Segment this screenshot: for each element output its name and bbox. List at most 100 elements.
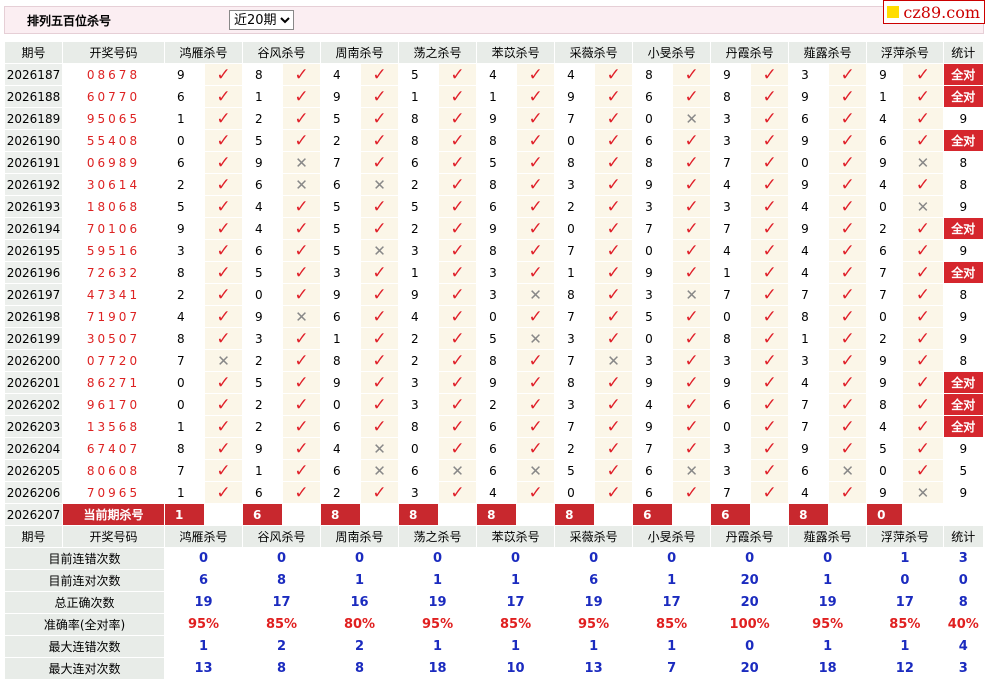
kill-number-cell: 8 [476, 129, 518, 152]
tick-icon: ✓ [672, 349, 712, 372]
kill-number-cell: 3 [632, 283, 674, 306]
kill-number-cell: 0 [554, 481, 596, 504]
kill-number-cell: 6 [632, 459, 674, 482]
draw-number-cell: 30614 [62, 173, 165, 196]
kill-number-cell: 2 [554, 437, 596, 460]
kill-number-cell: 4 [242, 195, 284, 218]
draw-number-cell: 72632 [62, 261, 165, 284]
draw-number-cell: 60770 [62, 85, 165, 108]
kill-number-cell: 1 [476, 85, 518, 108]
tick-icon: ✓ [828, 239, 868, 262]
kill-number-cell: 5 [242, 261, 284, 284]
kill-number-cell: 9 [866, 349, 904, 372]
tick-icon: ✓ [750, 261, 790, 284]
summary-value: 2 [320, 635, 400, 658]
summary-value: 95% [554, 613, 634, 636]
summary-label: 目前连对次数 [4, 569, 165, 592]
tick-icon: ✓ [516, 129, 556, 152]
kill-number-cell: 5 [242, 371, 284, 394]
kill-number-cell: 3 [710, 129, 752, 152]
cross-icon: ✕ [282, 151, 322, 174]
tick-icon: ✓ [360, 195, 400, 218]
kill-number-cell: 8 [164, 327, 205, 350]
column-header: 鸿雁杀号 [163, 525, 244, 548]
tick-icon: ✓ [672, 195, 712, 218]
summary-value: 0 [710, 635, 790, 658]
kill-number-cell: 7 [554, 305, 596, 328]
draw-number-cell: 80608 [62, 459, 165, 482]
tick-icon: ✓ [750, 107, 790, 130]
tick-icon: ✓ [750, 85, 790, 108]
tick-icon: ✓ [594, 305, 634, 328]
tick-icon: ✓ [438, 85, 478, 108]
kill-number-cell: 6 [476, 195, 518, 218]
kill-number-cell: 9 [710, 63, 752, 86]
table-row: 2026204 67407 8 ✓ 9 ✓ 4 ✕ 0 ✓ 6 ✓ 2 ✓ 7 ✓ 3 ✓ 9 ✓ 5 ✓ 9 [4, 437, 985, 460]
column-header: 开奖号码 [62, 41, 165, 64]
summary-value: 19 [554, 591, 634, 614]
kill-number-cell: 6 [164, 151, 205, 174]
tick-icon: ✓ [360, 129, 400, 152]
period-cell: 2026189 [4, 107, 63, 130]
column-header: 荡之杀号 [398, 41, 478, 64]
draw-number-cell: 13568 [62, 415, 165, 438]
kill-number-cell: 1 [164, 415, 205, 438]
kill-number-cell: 5 [476, 327, 518, 350]
kill-number-cell: 9 [320, 85, 362, 108]
column-header: 浮萍杀号 [866, 525, 944, 548]
row-stat-cell: 5 [942, 459, 985, 482]
tick-icon: ✓ [672, 327, 712, 350]
tick-icon: ✓ [594, 459, 634, 482]
tick-icon: ✓ [203, 107, 244, 130]
tick-icon: ✓ [203, 195, 244, 218]
column-header: 小旻杀号 [632, 525, 712, 548]
kill-number-cell: 8 [476, 173, 518, 196]
period-cell: 2026190 [4, 129, 63, 152]
tick-icon: ✓ [360, 415, 400, 438]
kill-number-cell: 3 [632, 195, 674, 218]
table-row: 2026188 60770 6 ✓ 1 ✓ 9 ✓ 1 ✓ 1 ✓ 9 ✓ 6 ✓ 8 ✓ 9 ✓ 1 ✓ 全对 [4, 85, 985, 108]
kill-number-cell: 6 [476, 437, 518, 460]
tick-icon: ✓ [902, 85, 944, 108]
tick-icon: ✓ [516, 151, 556, 174]
tick-icon: ✓ [750, 371, 790, 394]
tick-icon: ✓ [902, 173, 944, 196]
kill-number-cell: 3 [788, 349, 830, 372]
summary-label: 准确率(全对率) [4, 613, 165, 636]
kill-number-cell: 5 [242, 129, 284, 152]
kill-number-cell: 2 [398, 349, 440, 372]
site-logo[interactable]: cz89.com [883, 0, 985, 24]
period-range-select[interactable]: 近20期 [229, 10, 294, 30]
tick-icon: ✓ [750, 415, 790, 438]
column-header: 荡之杀号 [398, 525, 478, 548]
tick-icon: ✓ [828, 261, 868, 284]
kill-number-cell: 1 [398, 261, 440, 284]
tick-icon: ✓ [516, 195, 556, 218]
kill-number-cell: 3 [710, 349, 752, 372]
tick-icon: ✓ [750, 63, 790, 86]
kill-number-cell: 9 [242, 151, 284, 174]
summary-value: 6 [163, 569, 244, 592]
kill-number-cell: 1 [554, 261, 596, 284]
kill-number-cell: 8 [554, 283, 596, 306]
tick-icon: ✓ [360, 327, 400, 350]
tick-icon: ✓ [750, 283, 790, 306]
tick-icon: ✓ [438, 327, 478, 350]
row-stat-cell: 全对 [942, 217, 985, 240]
cross-icon: ✕ [360, 173, 400, 196]
tick-icon: ✓ [828, 415, 868, 438]
summary-value: 0 [320, 547, 400, 570]
row-stat-cell: 全对 [942, 415, 985, 438]
kill-number-cell: 3 [788, 63, 830, 86]
tick-icon: ✓ [594, 393, 634, 416]
current-kill-number: 6 [242, 503, 284, 526]
kill-number-cell: 4 [554, 63, 596, 86]
kill-number-cell: 9 [866, 151, 904, 174]
tick-icon: ✓ [828, 217, 868, 240]
period-cell: 2026202 [4, 393, 63, 416]
tick-icon: ✓ [902, 305, 944, 328]
kill-number-cell: 8 [398, 107, 440, 130]
kill-number-cell: 2 [164, 173, 205, 196]
tick-icon: ✓ [282, 393, 322, 416]
tick-icon: ✓ [203, 305, 244, 328]
